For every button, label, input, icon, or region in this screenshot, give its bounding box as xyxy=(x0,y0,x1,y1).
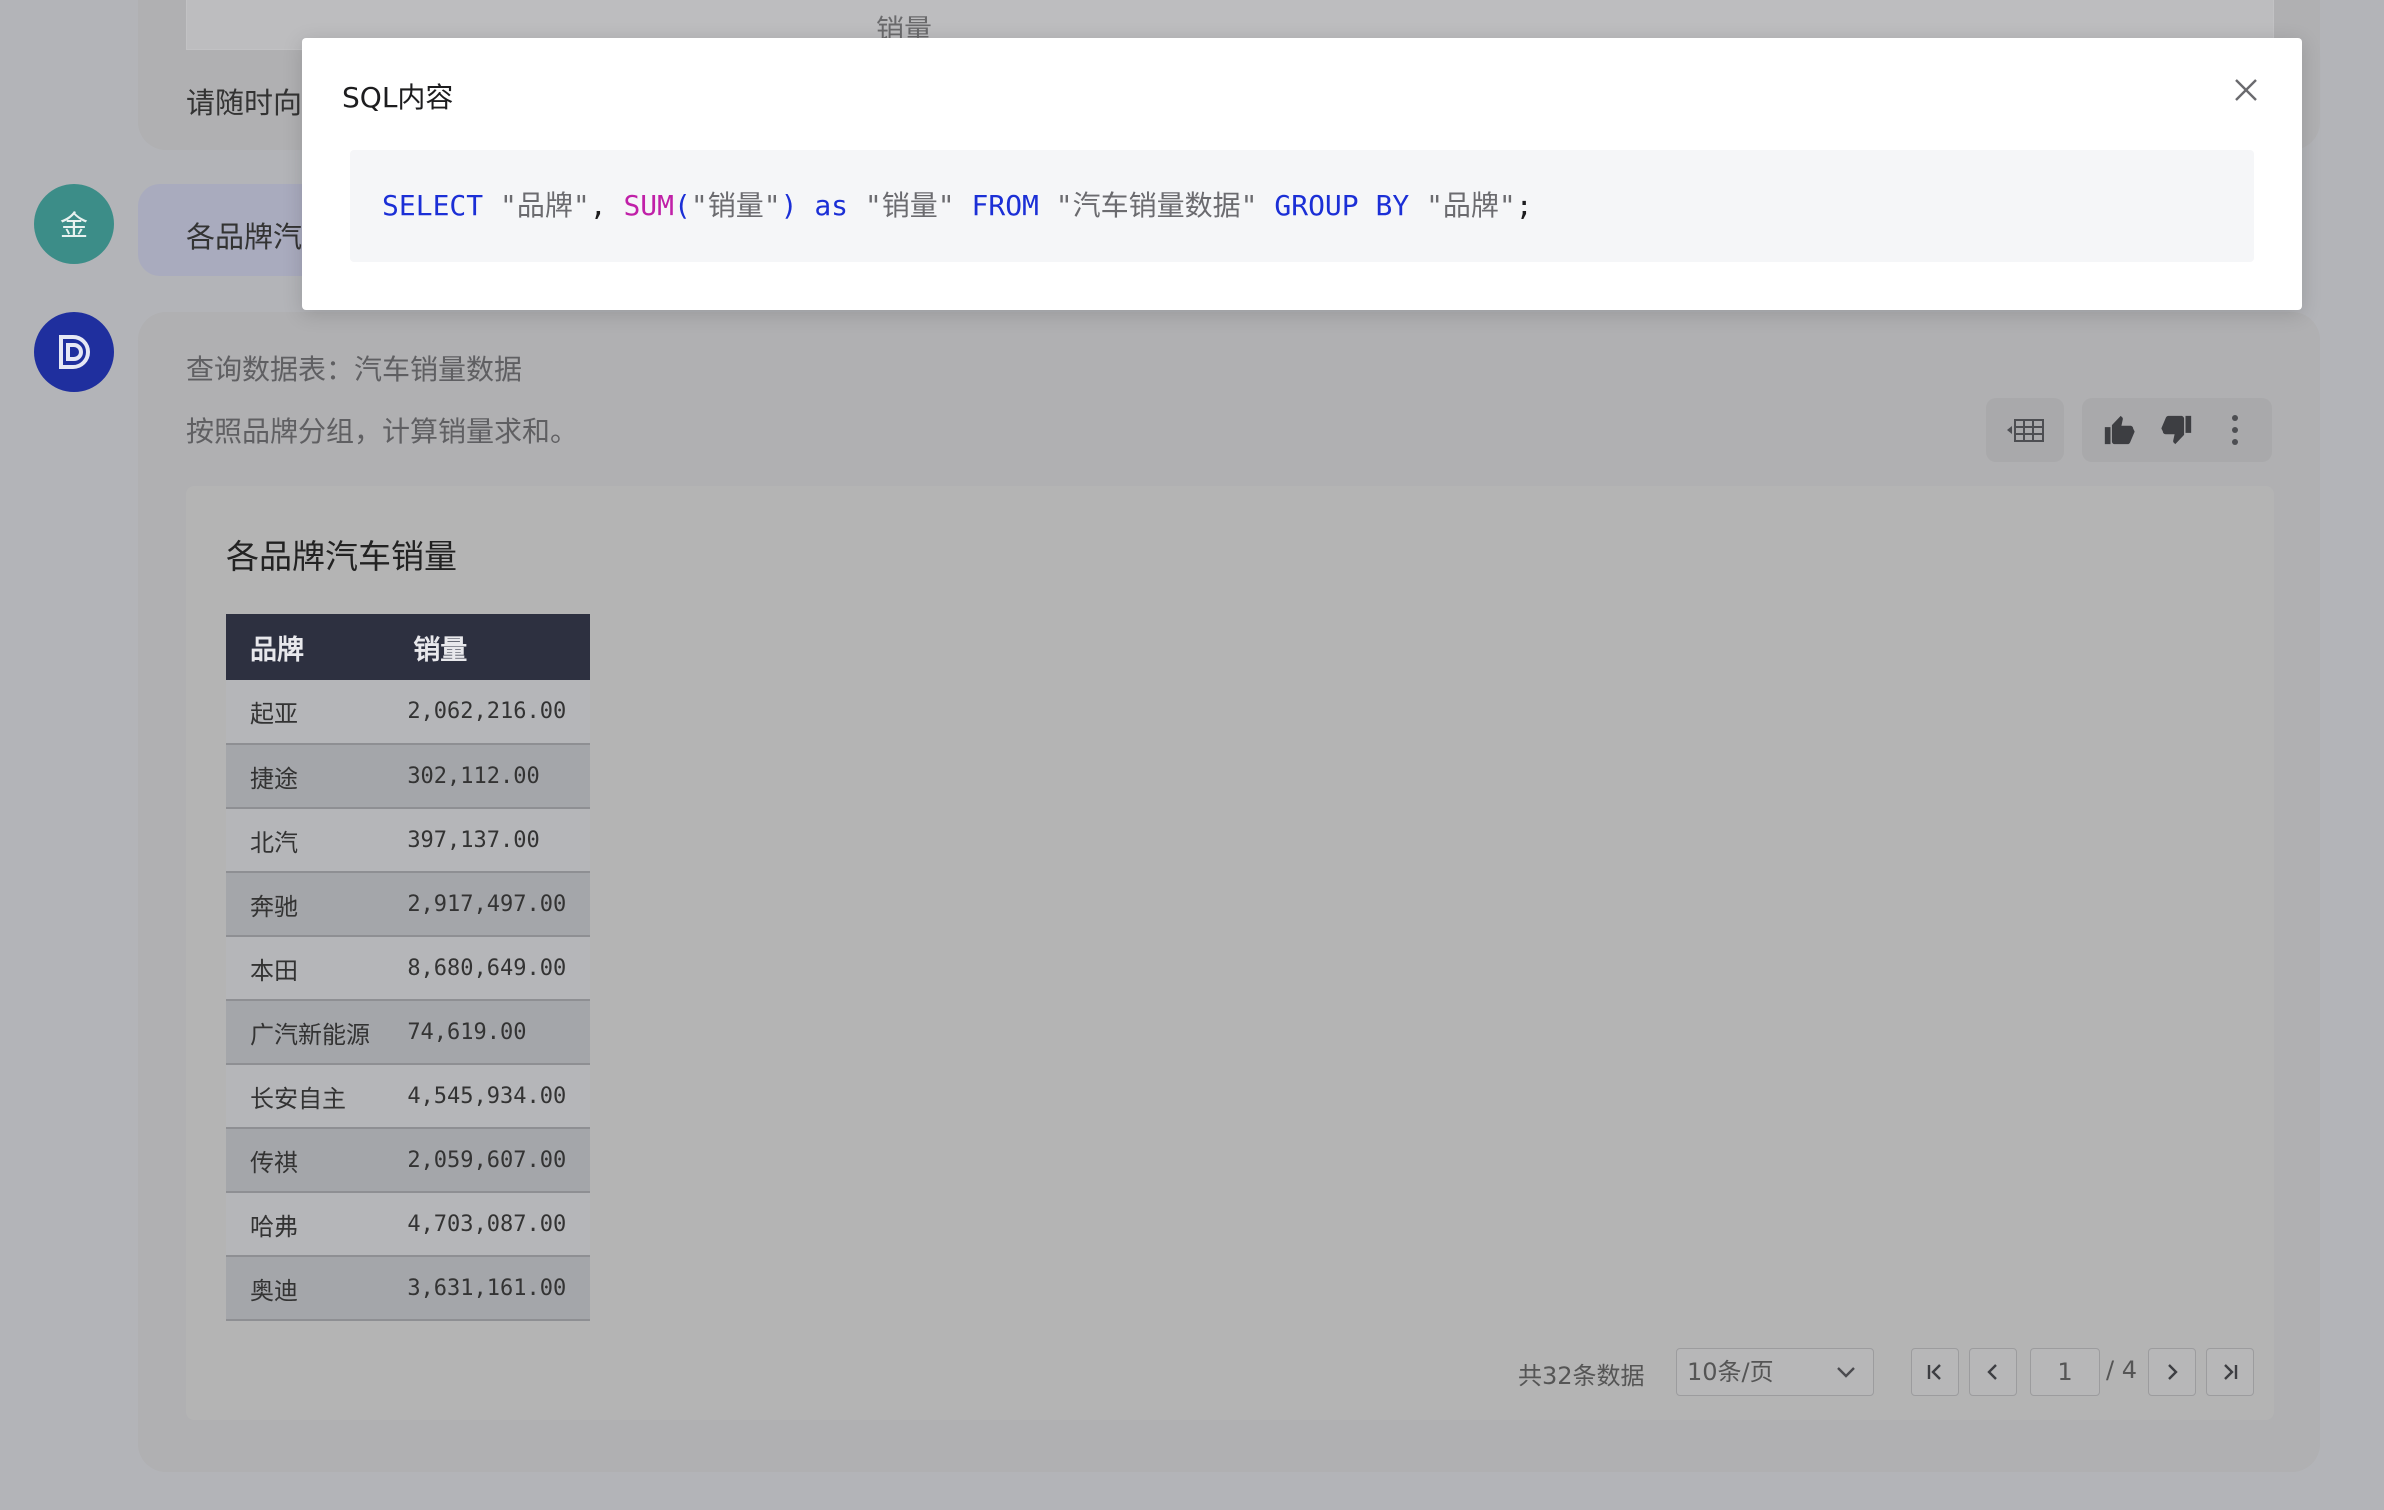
cell-sales: 4,545,934.00 xyxy=(389,1064,590,1129)
cell-sales: 4,703,087.00 xyxy=(389,1192,590,1257)
sql-token: ) xyxy=(780,189,815,222)
result-table: 品牌 销量 起亚 2,062,216.00 捷途 302,112.00 北汽 397,… xyxy=(226,614,590,1321)
page-number-input[interactable]: 1 xyxy=(2030,1348,2100,1396)
last-page-icon xyxy=(2224,1364,2238,1380)
cell-sales: 8,680,649.00 xyxy=(389,936,590,1001)
table-row: 哈弗 4,703,087.00 xyxy=(226,1192,590,1257)
cell-brand: 广汽新能源 xyxy=(226,1000,390,1065)
cell-brand: 长安自主 xyxy=(226,1064,390,1129)
bot-response-bubble: 查询数据表：汽车销量数据 按照品牌分组，计算销量求和。 各品牌汽车销量 品牌 销… xyxy=(138,312,2320,1472)
more-vertical-icon[interactable] xyxy=(2213,408,2257,452)
cell-brand: 奥迪 xyxy=(226,1256,390,1321)
sql-token: "品牌" xyxy=(1426,189,1516,222)
chevron-left-icon xyxy=(1987,1364,1997,1380)
page-size-value: 10条/页 xyxy=(1687,1358,1774,1386)
user-avatar-initial: 金 xyxy=(59,209,88,242)
sql-token: FROM xyxy=(971,189,1039,222)
sql-token: "品牌" xyxy=(500,189,590,222)
table-row: 起亚 2,062,216.00 xyxy=(226,680,590,745)
column-header-brand[interactable]: 品牌 xyxy=(226,614,390,680)
sql-token: SUM xyxy=(623,189,675,222)
chevron-down-icon xyxy=(1837,1367,1855,1378)
table-row: 本田 8,680,649.00 xyxy=(226,936,590,1001)
total-pages: / 4 xyxy=(2106,1356,2137,1384)
cell-brand: 捷途 xyxy=(226,744,390,809)
table-row: 奥迪 3,631,161.00 xyxy=(226,1256,590,1321)
sql-modal: SQL内容 SELECT "品牌", SUM("销量") as "销量" FRO… xyxy=(302,38,2302,310)
table-header-row: 品牌 销量 xyxy=(226,614,590,680)
sql-token: ; xyxy=(1515,189,1533,222)
table-icon[interactable] xyxy=(2003,408,2047,452)
table-row: 北汽 397,137.00 xyxy=(226,808,590,873)
result-card: 各品牌汽车销量 品牌 销量 起亚 2,062,216.00 捷途 302,112.0… xyxy=(186,486,2274,1420)
cell-sales: 2,059,607.00 xyxy=(389,1128,590,1193)
cell-sales: 397,137.00 xyxy=(389,808,590,873)
cell-brand: 北汽 xyxy=(226,808,390,873)
table-row: 广汽新能源 74,619.00 xyxy=(226,1000,590,1065)
sql-token: as xyxy=(814,189,849,222)
column-header-sales[interactable]: 销量 xyxy=(389,614,590,680)
sql-token: SELECT xyxy=(382,189,484,222)
table-row: 长安自主 4,545,934.00 xyxy=(226,1064,590,1129)
feedback-toolbar xyxy=(2082,398,2272,462)
view-toggle-group xyxy=(1986,398,2064,462)
cell-brand: 奔驰 xyxy=(226,872,390,937)
bot-avatar xyxy=(34,312,114,392)
query-table-text: 查询数据表：汽车销量数据 xyxy=(186,353,523,386)
table-row: 捷途 302,112.00 xyxy=(226,744,590,809)
cell-sales: 302,112.00 xyxy=(389,744,590,809)
sql-token: , xyxy=(589,189,624,222)
thumbs-up-icon[interactable] xyxy=(2097,408,2141,452)
next-page-button[interactable] xyxy=(2148,1348,2196,1396)
prev-page-button[interactable] xyxy=(1969,1348,2017,1396)
page-size-select[interactable]: 10条/页 xyxy=(1676,1348,1874,1396)
modal-title: SQL内容 xyxy=(342,81,454,114)
sql-token: ( xyxy=(674,189,691,222)
query-description-text: 按照品牌分组，计算销量求和。 xyxy=(186,415,579,448)
last-page-button[interactable] xyxy=(2206,1348,2254,1396)
table-row: 传祺 2,059,607.00 xyxy=(226,1128,590,1193)
cell-sales: 3,631,161.00 xyxy=(389,1256,590,1321)
cell-brand: 起亚 xyxy=(226,680,390,745)
sql-code-block: SELECT "品牌", SUM("销量") as "销量" FROM "汽车销… xyxy=(350,150,2254,262)
cell-brand: 本田 xyxy=(226,936,390,1001)
sql-token: "销量" xyxy=(864,189,955,222)
sql-token: "销量" xyxy=(690,189,781,222)
cell-sales: 74,619.00 xyxy=(389,1000,590,1065)
result-title: 各品牌汽车销量 xyxy=(226,537,457,576)
chevron-right-icon xyxy=(2168,1364,2178,1380)
close-icon[interactable] xyxy=(2226,70,2266,110)
bot-logo-icon xyxy=(59,335,90,369)
cell-sales: 2,062,216.00 xyxy=(389,680,590,745)
cell-brand: 哈弗 xyxy=(226,1192,390,1257)
total-count: 共32条数据 xyxy=(1518,1362,1645,1390)
sql-token: "汽车销量数据" xyxy=(1055,189,1258,222)
table-row: 奔驰 2,917,497.00 xyxy=(226,872,590,937)
first-page-icon xyxy=(1927,1364,1941,1380)
user-avatar: 金 xyxy=(34,184,114,264)
first-page-button[interactable] xyxy=(1911,1348,1959,1396)
cell-brand: 传祺 xyxy=(226,1128,390,1193)
cell-sales: 2,917,497.00 xyxy=(389,872,590,937)
sql-token: GROUP BY xyxy=(1274,189,1410,222)
thumbs-down-icon[interactable] xyxy=(2155,408,2199,452)
